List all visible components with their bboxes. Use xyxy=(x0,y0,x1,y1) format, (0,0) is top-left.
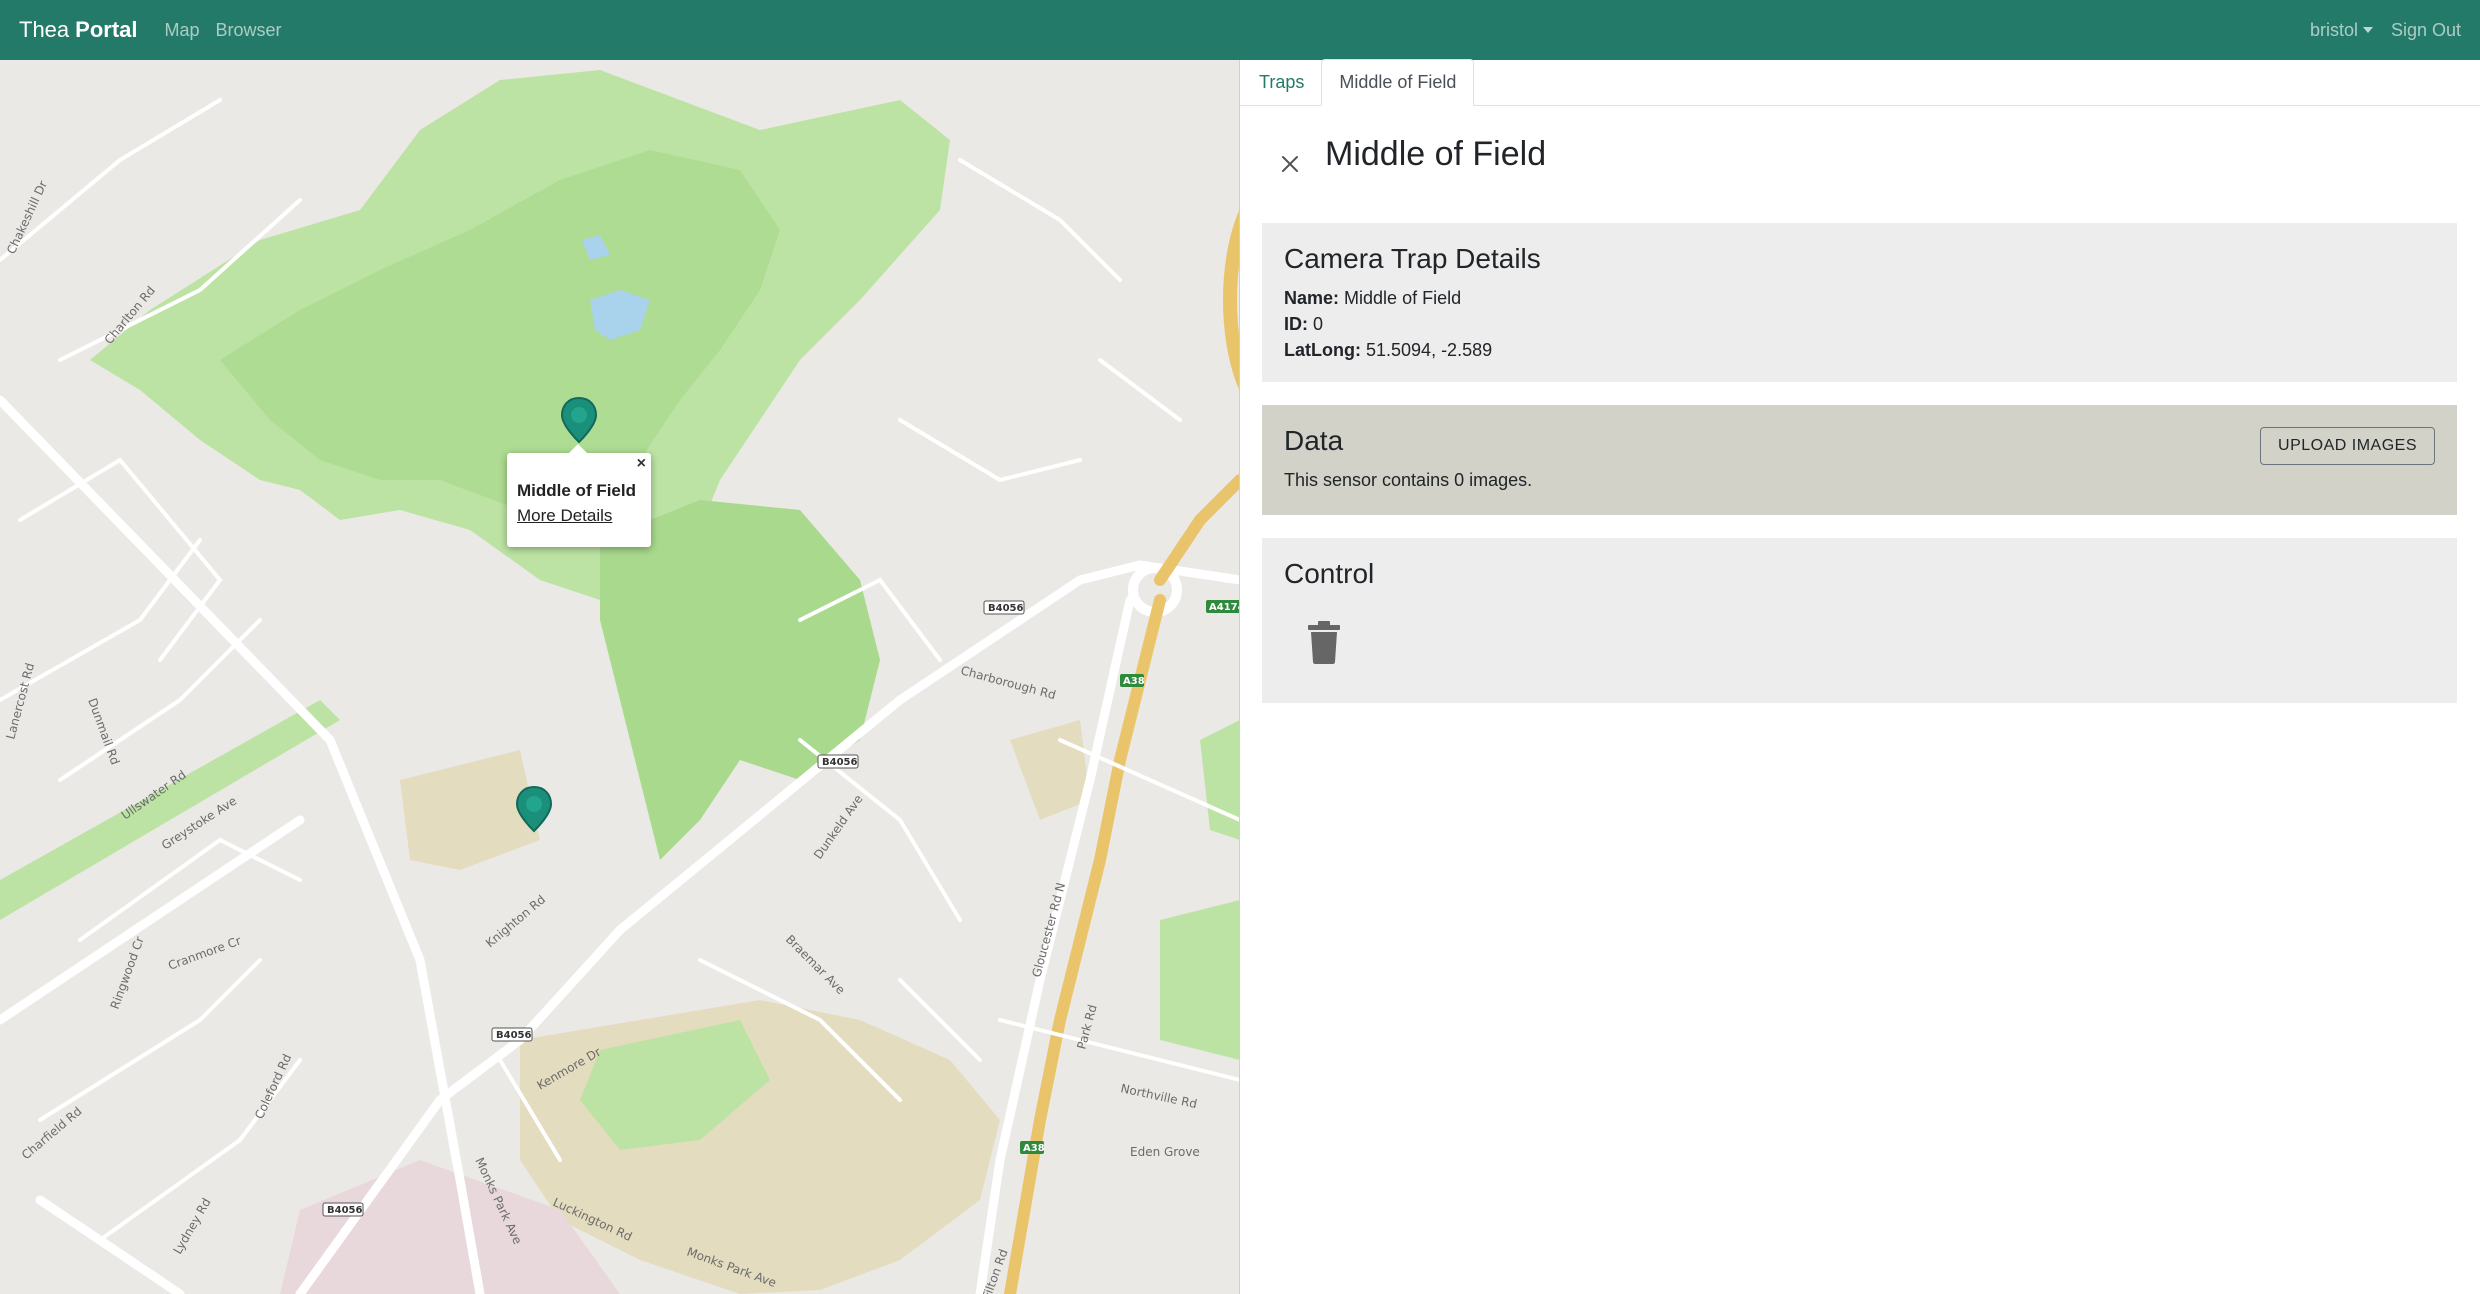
svg-text:B4056: B4056 xyxy=(988,603,1023,614)
road-label-cranmore: Cranmore Cr xyxy=(166,933,243,972)
right-park-area-2 xyxy=(1200,720,1239,840)
brand-logo[interactable]: Thea Portal xyxy=(19,17,138,43)
details-panel: Traps Middle of Field Middle of Field Ca… xyxy=(1240,59,2480,1294)
road-label-chakeshill: Chakeshill Dr xyxy=(4,179,50,257)
upload-images-button[interactable]: UPLOAD IMAGES xyxy=(2260,427,2435,465)
svg-text:B4056: B4056 xyxy=(822,757,857,768)
sign-out-link[interactable]: Sign Out xyxy=(2391,20,2461,41)
nav-link-browser[interactable]: Browser xyxy=(216,20,282,41)
allotment-area xyxy=(1010,720,1090,820)
data-card: Data This sensor contains 0 images. UPLO… xyxy=(1262,405,2457,515)
control-heading: Control xyxy=(1284,558,1375,589)
tab-middle-of-field[interactable]: Middle of Field xyxy=(1321,59,1475,106)
detail-latlong-value: 51.5094, -2.589 xyxy=(1366,340,1493,360)
park-lower-area xyxy=(520,1000,1000,1294)
road-shield-a38: A38 xyxy=(1020,1141,1045,1154)
road-shield-b4056: B4056 xyxy=(817,754,859,769)
detail-name-label: Name: xyxy=(1284,288,1340,308)
detail-name-row: Name: Middle of Field xyxy=(1284,285,2435,311)
user-dropdown[interactable]: bristol xyxy=(2310,20,2373,41)
details-heading: Camera Trap Details xyxy=(1284,243,1541,274)
road-label-lydney: Lydney Rd xyxy=(170,1196,213,1257)
brand-name-light: Thea xyxy=(19,17,70,42)
ring-road xyxy=(1223,210,1239,390)
road-shield-a4174: A4174 xyxy=(1206,600,1240,613)
road-shield-a38: A38 xyxy=(1120,674,1145,687)
camera-trap-details-card: Camera Trap Details Name: Middle of Fiel… xyxy=(1262,223,2457,382)
park-strip-area xyxy=(0,700,340,920)
road-label-charborough: Charborough Rd xyxy=(959,663,1057,702)
road-shield-b4056: B4056 xyxy=(983,600,1025,615)
road-label-lanercost: Lanercost Rd xyxy=(3,661,37,740)
navbar-right: bristol Sign Out xyxy=(2310,20,2461,41)
road-label-dunmail: Dunmail Rd xyxy=(85,696,122,767)
panel-tabs: Traps Middle of Field xyxy=(1240,59,2480,106)
sports-field-area xyxy=(600,500,880,860)
map-view[interactable]: Charlton Rd Chakeshill Dr Dunmail Rd Ull… xyxy=(0,60,1240,1294)
svg-text:A4174: A4174 xyxy=(1209,602,1240,613)
road-label-eden: Eden Grove xyxy=(1130,1145,1200,1159)
detail-latlong-row: LatLong: 51.5094, -2.589 xyxy=(1284,337,2435,363)
right-park-area xyxy=(1160,900,1239,1060)
road-label-dunkeld: Dunkeld Ave xyxy=(811,792,866,862)
brand-name-bold: Portal xyxy=(75,17,138,42)
map-marker-pin-icon[interactable] xyxy=(560,396,598,446)
caret-down-icon xyxy=(2362,27,2373,33)
map-marker-pin-icon[interactable] xyxy=(515,785,553,835)
road-label-braemar: Braemar Ave xyxy=(783,932,848,997)
road-label-coleford: Coleford Rd xyxy=(252,1052,294,1121)
svg-text:B4056: B4056 xyxy=(327,1205,362,1216)
road-shield-b4056: B4056 xyxy=(491,1027,533,1042)
popup-close-icon[interactable]: × xyxy=(637,456,646,472)
page-title: Middle of Field xyxy=(1325,135,1547,173)
popup-title: Middle of Field xyxy=(517,481,636,500)
svg-text:B4056: B4056 xyxy=(496,1030,531,1041)
detail-id-label: ID: xyxy=(1284,314,1308,334)
detail-id-row: ID: 0 xyxy=(1284,311,2435,337)
map-tiles[interactable]: Charlton Rd Chakeshill Dr Dunmail Rd Ull… xyxy=(0,60,1240,1294)
detail-id-value: 0 xyxy=(1313,314,1324,334)
data-summary-text: This sensor contains 0 images. xyxy=(1284,470,1533,490)
trash-icon[interactable] xyxy=(1308,620,1340,664)
svg-text:A38: A38 xyxy=(1123,676,1145,687)
road-label-knighton: Knighton Rd xyxy=(483,892,548,950)
detail-name-value: Middle of Field xyxy=(1344,288,1462,308)
road-label-gloucester: Gloucester Rd N xyxy=(1029,881,1068,979)
map-popup: × Middle of Field More Details xyxy=(507,444,651,547)
road-shield-b4056: B4056 xyxy=(322,1202,364,1217)
navbar: Thea Portal Map Browser bristol Sign Out xyxy=(0,0,2480,60)
user-name: bristol xyxy=(2309,19,2358,40)
nav-link-map[interactable]: Map xyxy=(165,20,200,41)
close-icon[interactable] xyxy=(1278,152,1302,176)
popup-more-details-link[interactable]: More Details xyxy=(517,503,641,529)
detail-latlong-label: LatLong: xyxy=(1284,340,1361,360)
control-card: Control xyxy=(1262,538,2457,703)
svg-text:A38: A38 xyxy=(1023,1143,1045,1154)
tab-traps[interactable]: Traps xyxy=(1242,59,1321,105)
road-label-northville: Northville Rd xyxy=(1119,1081,1198,1111)
